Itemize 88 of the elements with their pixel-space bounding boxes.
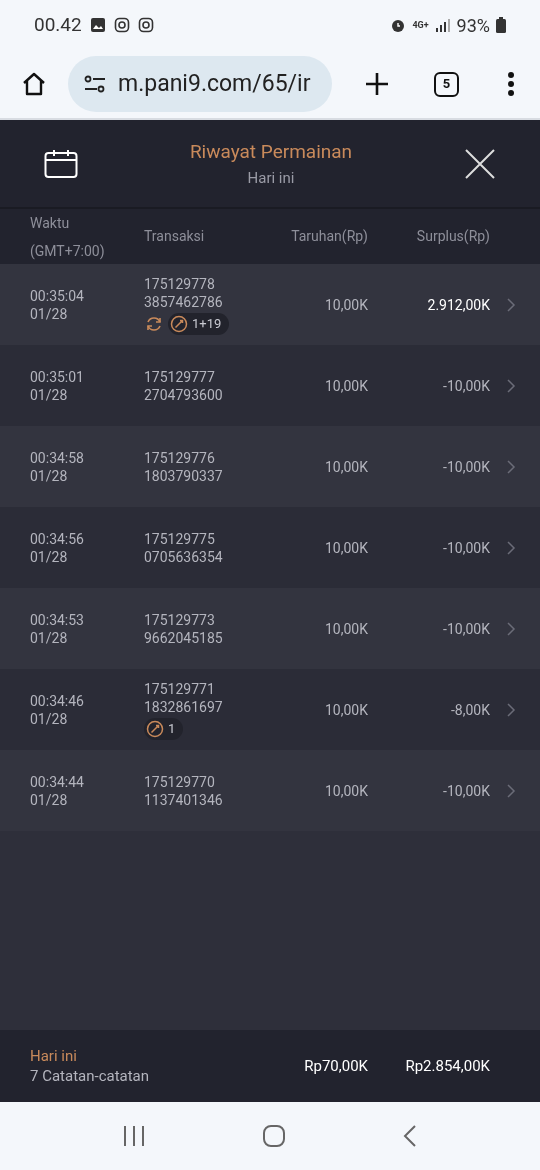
status-time: 00.42 <box>34 11 82 38</box>
chevron-right-icon <box>506 539 516 556</box>
bet-amount: 10,00K <box>324 781 368 800</box>
chevron-right-icon <box>506 458 516 475</box>
surplus-amount: -10,00K <box>442 781 490 800</box>
network-label: 4G+ <box>412 20 429 30</box>
chevron-right-icon <box>506 782 516 799</box>
transaction-id: 175129773 <box>144 610 216 629</box>
history-row[interactable]: 00:35:04 01/28 175129778 3857462786 1+19 10,00K 2.912,00K <box>0 264 540 345</box>
total-bet: Rp70,00K <box>303 1055 368 1077</box>
bet-amount: 10,00K <box>324 295 368 314</box>
url-text: m.pani9.com/65/ir <box>118 68 311 99</box>
transaction-id: 175129770 <box>144 772 216 791</box>
chevron-right-icon <box>506 701 516 718</box>
site-settings-icon[interactable] <box>84 75 106 93</box>
transaction-id: 1137401346 <box>144 790 224 809</box>
row-date: 01/28 <box>30 628 69 647</box>
instagram-icon <box>113 17 130 33</box>
column-header: Transaksi <box>144 227 206 246</box>
column-header: Waktu <box>30 213 71 233</box>
surplus-amount: 2.912,00K <box>426 295 490 314</box>
surplus-amount: -10,00K <box>442 619 490 638</box>
bet-amount: 10,00K <box>324 700 368 719</box>
tab-count-button[interactable]: 5 <box>434 71 459 97</box>
row-time: 00:35:01 <box>30 367 85 386</box>
row-date: 01/28 <box>30 304 69 323</box>
transaction-id: 175129778 <box>144 274 216 293</box>
surplus-amount: -10,00K <box>442 457 490 476</box>
surplus-amount: -10,00K <box>442 538 490 557</box>
recent-apps-icon[interactable] <box>122 1125 145 1147</box>
footer-period: Hari ini <box>30 1046 78 1066</box>
row-date: 01/28 <box>30 466 69 485</box>
transaction-id: 0705636354 <box>144 547 224 566</box>
free-spin-badge: 1 <box>144 717 184 740</box>
more-icon[interactable] <box>507 71 515 97</box>
signal-icon <box>434 18 451 32</box>
close-icon[interactable] <box>464 147 496 180</box>
column-header: Surplus(Rp) <box>415 227 490 247</box>
transaction-id: 175129777 <box>144 367 216 386</box>
record-count: 7 Catatan-catatan <box>30 1066 151 1086</box>
bet-amount: 10,00K <box>324 538 368 557</box>
row-time: 00:34:53 <box>30 610 85 629</box>
battery-icon <box>496 17 506 33</box>
address-bar[interactable]: m.pani9.com/65/ir <box>68 56 332 112</box>
history-row[interactable]: 00:34:44 01/28 175129770 1137401346 10,00K -10,00K <box>0 750 540 831</box>
gallery-icon <box>89 17 106 33</box>
transaction-id: 175129771 <box>144 679 216 698</box>
bet-amount: 10,00K <box>324 376 368 395</box>
column-subheader: (GMT+7:00) <box>30 241 106 262</box>
row-date: 01/28 <box>30 547 69 566</box>
transaction-id: 1832861697 <box>144 697 224 716</box>
spin-icon <box>170 314 188 333</box>
row-time: 00:34:44 <box>30 772 85 791</box>
row-date: 01/28 <box>30 709 69 728</box>
transaction-id: 175129775 <box>144 529 216 548</box>
row-time: 00:34:46 <box>30 691 85 710</box>
column-header: Taruhan(Rp) <box>290 227 368 247</box>
spin-icon <box>146 719 164 738</box>
history-row[interactable]: 00:34:53 01/28 175129773 9662045185 10,00K -10,00K <box>0 588 540 669</box>
row-time: 00:34:58 <box>30 448 85 467</box>
chevron-right-icon <box>506 296 516 313</box>
row-time: 00:34:56 <box>30 529 85 548</box>
row-time: 00:35:04 <box>30 286 85 305</box>
instagram-icon <box>137 17 154 33</box>
transaction-id: 2704793600 <box>144 385 224 404</box>
row-date: 01/28 <box>30 385 69 404</box>
transaction-id: 9662045185 <box>144 628 224 647</box>
transaction-id: 1803790337 <box>144 466 224 485</box>
calendar-icon[interactable] <box>44 148 78 179</box>
chevron-right-icon <box>506 620 516 637</box>
plus-icon[interactable] <box>364 71 390 97</box>
page-subtitle: Hari ini <box>247 167 295 189</box>
row-date: 01/28 <box>30 790 69 809</box>
transaction-id: 3857462786 <box>144 292 224 311</box>
transaction-id: 175129776 <box>144 448 216 467</box>
bet-amount: 10,00K <box>324 457 368 476</box>
back-icon[interactable] <box>403 1124 418 1148</box>
chevron-right-icon <box>506 377 516 394</box>
page-title: Riwayat Permainan <box>189 139 353 165</box>
home-button-icon[interactable] <box>262 1124 286 1148</box>
total-surplus: Rp2.854,00K <box>404 1055 490 1077</box>
free-spin-badge: 1+19 <box>168 312 230 335</box>
alarm-icon <box>390 17 407 33</box>
history-row[interactable]: 00:34:58 01/28 175129776 1803790337 10,00K -10,00K <box>0 426 540 507</box>
surplus-amount: -10,00K <box>442 376 490 395</box>
bet-amount: 10,00K <box>324 619 368 638</box>
battery-level: 93% <box>456 13 490 38</box>
surplus-amount: -8,00K <box>450 700 490 719</box>
